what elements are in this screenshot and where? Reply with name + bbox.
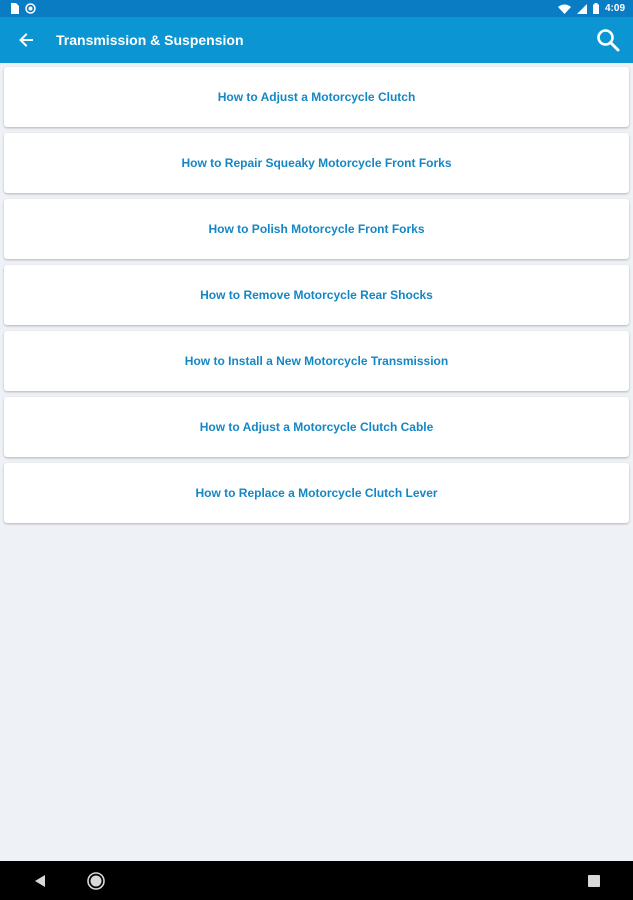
notification-dot-icon bbox=[25, 3, 36, 14]
status-left-icons bbox=[10, 3, 36, 14]
article-label: How to Adjust a Motorcycle Clutch Cable bbox=[199, 420, 434, 434]
article-label: How to Replace a Motorcycle Clutch Lever bbox=[195, 486, 438, 500]
app-bar: Transmission & Suspension bbox=[0, 17, 633, 63]
wifi-icon bbox=[557, 4, 571, 14]
nav-home-button[interactable] bbox=[74, 861, 118, 900]
system-nav-bar bbox=[0, 861, 633, 900]
status-bar: 4:09 bbox=[0, 0, 633, 17]
article-card-rear-shocks[interactable]: How to Remove Motorcycle Rear Shocks bbox=[4, 265, 629, 325]
article-card-squeaky-forks[interactable]: How to Repair Squeaky Motorcycle Front F… bbox=[4, 133, 629, 193]
article-card-clutch-lever[interactable]: How to Replace a Motorcycle Clutch Lever bbox=[4, 463, 629, 523]
nav-home-icon bbox=[87, 871, 105, 890]
nav-recents-icon bbox=[588, 874, 600, 887]
search-icon bbox=[597, 29, 620, 52]
arrow-left-icon bbox=[19, 33, 33, 47]
search-button[interactable] bbox=[583, 17, 633, 63]
article-label: How to Remove Motorcycle Rear Shocks bbox=[200, 288, 433, 302]
status-right-icons: 4:09 bbox=[557, 3, 625, 14]
nav-back-button[interactable] bbox=[18, 861, 62, 900]
article-card-adjust-clutch[interactable]: How to Adjust a Motorcycle Clutch bbox=[4, 67, 629, 127]
article-card-install-transmission[interactable]: How to Install a New Motorcycle Transmis… bbox=[4, 331, 629, 391]
article-label: How to Repair Squeaky Motorcycle Front F… bbox=[181, 156, 452, 170]
signal-icon bbox=[576, 3, 587, 14]
article-card-clutch-cable[interactable]: How to Adjust a Motorcycle Clutch Cable bbox=[4, 397, 629, 457]
page-title: Transmission & Suspension bbox=[56, 32, 244, 48]
article-list: How to Adjust a Motorcycle Clutch How to… bbox=[0, 64, 633, 526]
status-time: 4:09 bbox=[604, 3, 625, 14]
article-label: How to Install a New Motorcycle Transmis… bbox=[184, 354, 449, 368]
article-card-polish-forks[interactable]: How to Polish Motorcycle Front Forks bbox=[4, 199, 629, 259]
article-label: How to Polish Motorcycle Front Forks bbox=[208, 222, 425, 236]
article-label: How to Adjust a Motorcycle Clutch bbox=[217, 90, 416, 104]
battery-icon bbox=[592, 3, 599, 14]
nav-back-icon bbox=[35, 874, 45, 887]
nav-recents-button[interactable] bbox=[572, 861, 616, 900]
back-button[interactable] bbox=[0, 17, 52, 63]
sim-card-icon bbox=[11, 3, 19, 14]
